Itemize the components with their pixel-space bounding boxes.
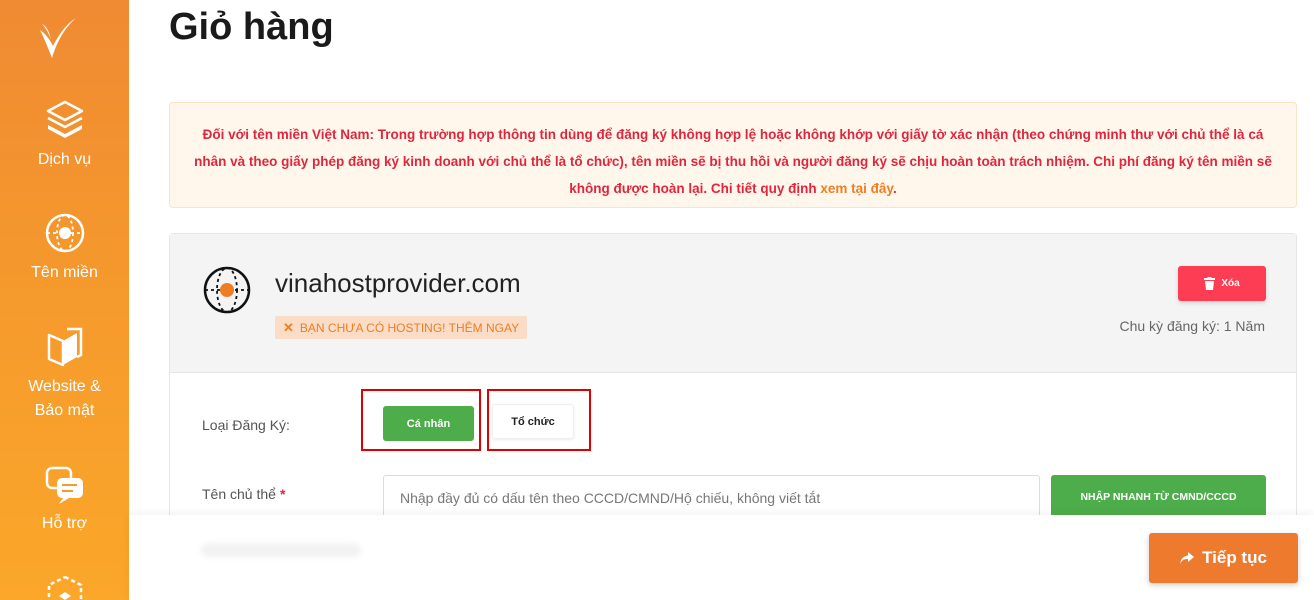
close-icon: ✕	[283, 320, 294, 335]
required-mark: *	[279, 486, 286, 502]
share-arrow-icon	[1180, 552, 1195, 564]
hosting-badge-label: BẠN CHƯA CÓ HOSTING! THÊM NGAY	[299, 321, 520, 335]
registration-cycle: Chu kỳ đăng ký: 1 Năm	[1119, 318, 1265, 334]
sidebar-item-support[interactable]: Hỗ trợ	[0, 462, 129, 536]
chat-icon	[45, 466, 83, 504]
notice-link[interactable]: xem tại đây	[820, 181, 893, 196]
notice-text: Đối với tên miền Việt Nam: Trong trường …	[194, 127, 1272, 196]
sidebar-item-label-line1: Website &	[28, 378, 101, 395]
sidebar-item-label: Hỗ trợ	[41, 515, 88, 532]
sidebar: Dịch vụ Tên miền Website & Bảo mật Hỗ tr…	[0, 0, 129, 600]
vn-domain-notice: Đối với tên miền Việt Nam: Trong trường …	[169, 102, 1297, 208]
cart-item-header: vinahostprovider.com ✕ BẠN CHƯA CÓ HOSTIN…	[170, 234, 1296, 373]
domain-globe-icon	[203, 266, 251, 314]
type-personal-button[interactable]: Cá nhân	[383, 406, 474, 441]
add-hosting-badge[interactable]: ✕ BẠN CHƯA CÓ HOSTING! THÊM NGAY	[275, 316, 528, 339]
continue-button[interactable]: Tiếp tục	[1149, 533, 1298, 583]
type-organization-button[interactable]: Tổ chức	[492, 404, 574, 439]
book-shield-icon	[47, 327, 82, 367]
continue-label: Tiếp tục	[1202, 548, 1267, 567]
delete-button[interactable]: Xóa	[1178, 266, 1266, 301]
trash-icon	[1204, 277, 1216, 290]
cube-icon	[47, 575, 82, 600]
delete-label: Xóa	[1221, 278, 1240, 289]
page-title: Giỏ hàng	[169, 6, 334, 48]
notice-suffix: .	[892, 181, 897, 196]
quick-fill-id-button[interactable]: NHẬP NHANH TỪ CMND/CCCD	[1051, 475, 1266, 519]
sidebar-item-domains[interactable]: Tên miền	[0, 211, 129, 285]
sidebar-item-website-security[interactable]: Website & Bảo mật	[0, 325, 129, 423]
sidebar-item-services[interactable]: Dịch vụ	[0, 98, 129, 172]
sidebar-item-more[interactable]	[0, 574, 129, 600]
domain-name: vinahostprovider.com	[275, 268, 521, 298]
registration-type-label: Loại Đăng Ký:	[202, 417, 290, 433]
owner-label: Tên chủ thể *	[202, 486, 285, 502]
sidebar-item-label-line2: Bảo mật	[34, 402, 95, 419]
layers-icon	[46, 100, 83, 138]
checkout-bar: Tiếp tục	[129, 515, 1314, 600]
globe-icon	[45, 213, 84, 253]
owner-label-text: Tên chủ thể	[202, 486, 276, 502]
sidebar-item-label: Tên miền	[31, 264, 98, 281]
sidebar-item-label: Dịch vụ	[37, 151, 92, 168]
blurred-total	[201, 543, 361, 557]
v-logo-icon[interactable]	[36, 16, 80, 60]
